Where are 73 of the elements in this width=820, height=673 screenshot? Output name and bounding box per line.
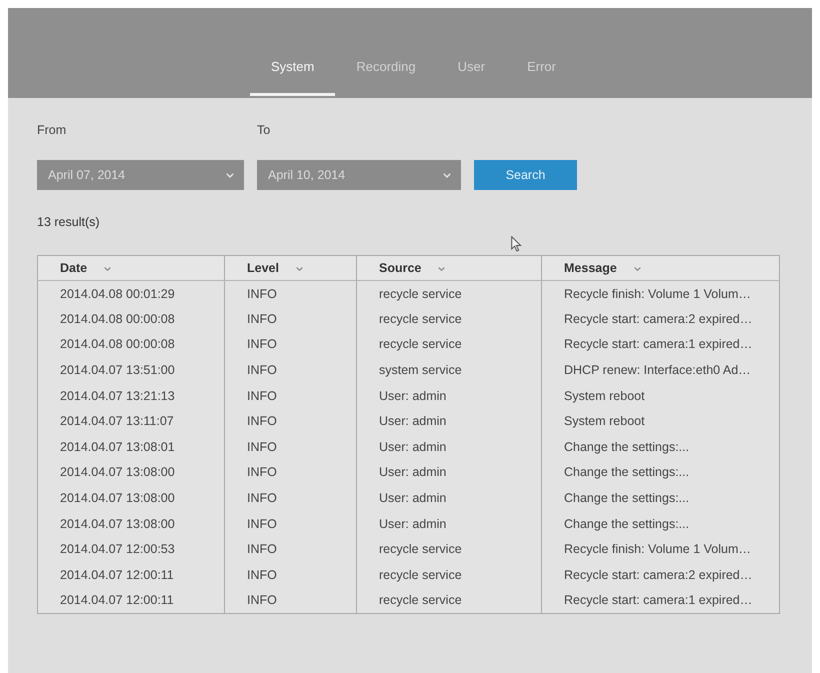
table-cell: INFO xyxy=(224,510,356,536)
table-cell: Recycle start: camera:2 expired… xyxy=(542,306,780,332)
column-header[interactable]: Level xyxy=(224,256,356,280)
table-cell: 2014.04.07 13:11:07 xyxy=(38,408,224,434)
table-cell: INFO xyxy=(224,562,356,588)
table-cell: INFO xyxy=(224,408,356,434)
table-cell: 2014.04.07 13:08:00 xyxy=(38,485,224,511)
sort-caret-icon xyxy=(296,266,303,271)
table-cell: 2014.04.07 13:21:13 xyxy=(38,382,224,408)
table-cell: User: admin xyxy=(356,460,542,486)
tab[interactable]: Error xyxy=(506,59,577,96)
table-cell: system service xyxy=(356,357,542,383)
table-cell: Recycle finish: Volume 1 Volum… xyxy=(542,280,780,306)
table-cell: 2014.04.07 13:51:00 xyxy=(38,357,224,383)
table-cell: 2014.04.08 00:01:29 xyxy=(38,280,224,306)
table-cell: Change the settings:... xyxy=(542,460,780,486)
sort-caret-icon xyxy=(438,266,446,271)
table-cell: System reboot xyxy=(542,382,780,408)
table-cell: recycle service xyxy=(356,588,542,614)
caret-icon xyxy=(226,172,234,178)
table-cell: DHCP renew: Interface:eth0 Ad… xyxy=(542,357,780,383)
to-label: To xyxy=(257,123,272,137)
caret-icon xyxy=(443,172,451,178)
table-cell: Recycle start: camera:1 expired… xyxy=(542,588,780,614)
table-cell: INFO xyxy=(224,382,356,408)
table-cell: System reboot xyxy=(542,408,780,434)
sort-caret-icon xyxy=(634,266,641,271)
table-cell: INFO xyxy=(224,280,356,306)
search-button[interactable]: Search xyxy=(474,160,577,190)
table-cell: recycle service xyxy=(356,562,542,588)
table-cell: User: admin xyxy=(356,434,542,460)
sort-caret-icon xyxy=(104,266,112,271)
table-cell: Change the settings:... xyxy=(542,434,780,460)
result-count: 13 result(s) xyxy=(37,215,100,229)
table-cell: 2014.04.07 13:08:00 xyxy=(38,510,224,536)
table-cell: recycle service xyxy=(356,332,542,358)
table-cell: recycle service xyxy=(356,306,542,332)
table-cell: INFO xyxy=(224,588,356,614)
table-cell: 2014.04.07 12:00:53 xyxy=(38,536,224,562)
tab[interactable]: Recording xyxy=(335,59,437,96)
date-dropdown[interactable]: April 07, 2014 xyxy=(37,160,244,190)
column-header[interactable]: Source xyxy=(356,256,542,280)
mouse-pointer-icon xyxy=(511,236,522,252)
table-cell: Recycle finish: Volume 1 Volum… xyxy=(542,536,780,562)
table-cell: INFO xyxy=(224,460,356,486)
table-cell: INFO xyxy=(224,306,356,332)
table-cell: INFO xyxy=(224,536,356,562)
column-header[interactable]: Date xyxy=(38,256,224,280)
table-cell: User: admin xyxy=(356,510,542,536)
table-cell: INFO xyxy=(224,357,356,383)
from-label: From xyxy=(37,123,68,137)
table-cell: 2014.04.07 13:08:01 xyxy=(38,434,224,460)
table-cell: recycle service xyxy=(356,280,542,306)
table-cell: INFO xyxy=(224,332,356,358)
table-cell: Recycle start: camera:2 expired… xyxy=(542,562,780,588)
date-dropdown[interactable]: April 10, 2014 xyxy=(257,160,461,190)
table-cell: Change the settings:... xyxy=(542,485,780,511)
table-cell: INFO xyxy=(224,485,356,511)
table-cell: recycle service xyxy=(356,536,542,562)
table-cell: 2014.04.08 00:00:08 xyxy=(38,306,224,332)
table-cell: User: admin xyxy=(356,382,542,408)
table-cell: User: admin xyxy=(356,408,542,434)
tab[interactable]: System xyxy=(250,59,336,96)
table-cell: Change the settings:... xyxy=(542,510,780,536)
table-cell: 2014.04.07 12:00:11 xyxy=(38,562,224,588)
table-cell: 2014.04.07 13:08:00 xyxy=(38,460,224,486)
column-header[interactable]: Message xyxy=(542,256,780,280)
table-cell: 2014.04.07 12:00:11 xyxy=(38,588,224,614)
table-cell: 2014.04.08 00:00:08 xyxy=(38,332,224,358)
table-cell: INFO xyxy=(224,434,356,460)
tab[interactable]: User xyxy=(436,59,506,96)
table-cell: User: admin xyxy=(356,485,542,511)
table-cell: Recycle start: camera:1 expired… xyxy=(542,332,780,358)
